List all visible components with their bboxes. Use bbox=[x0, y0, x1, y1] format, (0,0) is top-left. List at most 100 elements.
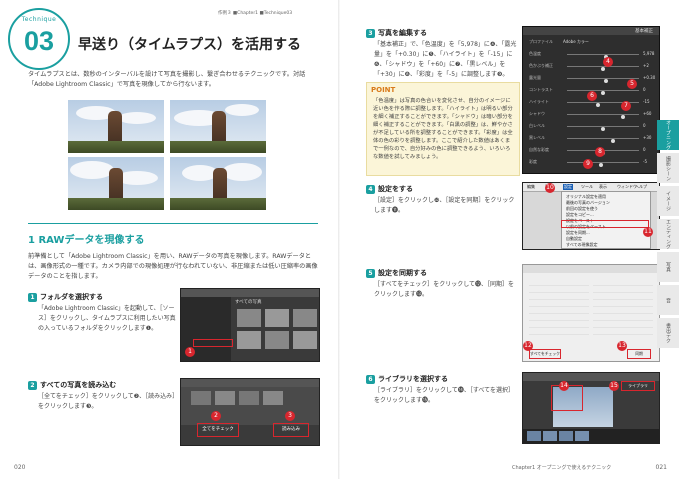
side-tab[interactable]: 撮影シーン bbox=[657, 153, 679, 183]
callout-badge: 6 bbox=[587, 91, 597, 101]
slider-knob[interactable] bbox=[595, 103, 600, 107]
side-tab[interactable]: イメージ bbox=[657, 186, 679, 216]
slider-row[interactable]: 色かぶり補正 +2 bbox=[529, 63, 653, 71]
slider-label: コントラスト bbox=[529, 87, 553, 92]
side-tabs: オープニング 撮影シーンイメージエンディング 写真音書出テク bbox=[657, 120, 679, 351]
step-body: ［すべてをチェック］をクリックして⓬、［同期］をクリックします⓭。 bbox=[374, 281, 515, 298]
slider-knob[interactable] bbox=[604, 79, 609, 83]
step-body: ［設定］をクリックし❿、［設定を同期］をクリックします⓫。 bbox=[374, 197, 515, 214]
profile-value[interactable]: Adobe カラー bbox=[563, 39, 589, 45]
shot-title: すべての写真 bbox=[235, 300, 262, 305]
check-all-button[interactable]: すべてをチェック bbox=[529, 349, 561, 359]
technique-number: 03 bbox=[23, 26, 55, 56]
side-tab[interactable]: エンディング bbox=[657, 219, 679, 249]
slider-label: 自然な彩度 bbox=[529, 147, 549, 152]
import-label: 読み込み bbox=[282, 427, 300, 432]
right-page: 3 写真を編集する 「基本補正」で、「色温度」を「5,978」に❹、「露光量」を「… bbox=[340, 0, 679, 479]
slider-label: 白レベル bbox=[529, 123, 545, 128]
callout-badge: 15 bbox=[609, 381, 619, 391]
slider-track[interactable] bbox=[567, 54, 639, 59]
section-divider bbox=[28, 223, 318, 224]
chapter-footer: Chapter1 オープニングで使えるテクニック bbox=[512, 465, 612, 471]
slider-track[interactable] bbox=[567, 162, 639, 167]
library-tab-label: ライブラリ bbox=[628, 383, 648, 388]
slider-value: +2 bbox=[643, 63, 649, 68]
slider-label: 露光量 bbox=[529, 75, 541, 80]
side-tab[interactable]: 書出テク bbox=[657, 318, 679, 348]
sample-photo-grid bbox=[68, 100, 266, 210]
step-body: ［ライブラリ］をクリックして⓮、［すべてを選択］をクリックします⓯。 bbox=[374, 387, 515, 404]
side-tab[interactable]: 音 bbox=[657, 285, 679, 315]
library-tab[interactable]: ライブラリ bbox=[621, 381, 655, 391]
screenshot-library: ライブラリ 15 14 bbox=[522, 372, 660, 444]
step-number: 3 bbox=[366, 28, 375, 38]
screenshot-folder: すべての写真 1 bbox=[180, 288, 320, 362]
slider-track[interactable] bbox=[567, 78, 639, 83]
slider-row[interactable]: 色温度 5,978 bbox=[529, 51, 654, 59]
slider-value: 0 bbox=[643, 123, 646, 128]
step-number: 4 bbox=[366, 184, 375, 194]
screenshot-import: 全てをチェック 読み込み 2 3 bbox=[180, 378, 320, 446]
slider-row[interactable]: 黒レベル +30 bbox=[529, 135, 653, 143]
callout-badge: 1 bbox=[185, 347, 195, 357]
sample-photo bbox=[170, 157, 266, 210]
callout-badge: 3 bbox=[285, 411, 295, 421]
basic-adjust-panel: 基本補正 プロファイル Adobe カラー 色温度 5,978 色かぶり補正 +2 露光… bbox=[522, 26, 660, 174]
slider-knob[interactable] bbox=[621, 115, 626, 119]
technique-badge: Technique 03 bbox=[8, 8, 70, 70]
slider-label: ハイライト bbox=[529, 99, 549, 104]
slider-label: 色温度 bbox=[529, 51, 541, 56]
step-number: 5 bbox=[366, 268, 375, 278]
highlight-box bbox=[193, 339, 233, 347]
menu-bar-item[interactable]: ツール bbox=[581, 184, 593, 190]
callout-badge: 9 bbox=[583, 159, 593, 169]
screenshot-sync-dialog: すべてをチェック 同期 12 13 bbox=[522, 264, 660, 362]
step-heading-text: すべての写真を読み込む bbox=[40, 381, 117, 389]
menu-bar-item[interactable]: ヘルプ bbox=[635, 184, 647, 190]
slider-track[interactable] bbox=[567, 126, 639, 131]
callout-badge: 5 bbox=[627, 79, 637, 89]
slider-row[interactable]: シャドウ +60 bbox=[529, 111, 653, 119]
left-page: Technique 03 作例３ ■Chapter1 ■Technique03 … bbox=[0, 0, 339, 479]
step-heading: 5 設定を同期する bbox=[366, 268, 427, 278]
intro-text: タイムラプスとは、数秒のインターバルを設けて写真を撮影し、繋ぎ合わせるテクニック… bbox=[28, 71, 306, 88]
step-number: 2 bbox=[28, 380, 37, 390]
slider-value: +60 bbox=[643, 111, 652, 116]
slider-knob[interactable] bbox=[601, 127, 605, 131]
slider-label: 彩度 bbox=[529, 159, 537, 164]
slider-track[interactable] bbox=[567, 66, 639, 71]
slider-knob[interactable] bbox=[601, 67, 605, 71]
callout-badge: 8 bbox=[595, 147, 605, 157]
slider-label: 黒レベル bbox=[529, 135, 545, 140]
slider-value: -15 bbox=[643, 99, 650, 104]
slider-track[interactable] bbox=[567, 114, 639, 119]
side-tab[interactable]: 写真 bbox=[657, 252, 679, 282]
slider-knob[interactable] bbox=[598, 163, 603, 167]
slider-track[interactable] bbox=[567, 138, 639, 143]
slider-track[interactable] bbox=[567, 90, 639, 95]
menu-bar-item[interactable]: ウィンドウ bbox=[617, 184, 637, 190]
menu-bar-item[interactable]: 編集 bbox=[527, 184, 535, 190]
sync-label: 同期 bbox=[635, 351, 643, 356]
page-number-right: 021 bbox=[655, 464, 667, 471]
point-box: POINT 「色温度」は写真の色合いを変化させ、自分のイメージに近い色を作る際に… bbox=[366, 82, 520, 176]
import-button[interactable]: 読み込み bbox=[273, 423, 309, 437]
menu-item[interactable]: すべての現像設定 bbox=[566, 242, 598, 248]
step-heading: 1 フォルダを選択する bbox=[28, 292, 103, 302]
step-body: ［全てをチェック］をクリックして❷、［読み込み］をクリックします❸。 bbox=[38, 393, 176, 410]
callout-badge: 10 bbox=[545, 183, 555, 193]
slider-knob[interactable] bbox=[601, 91, 605, 95]
breadcrumb: 作例３ ■Chapter1 ■Technique03 bbox=[218, 11, 293, 16]
callout-badge: 4 bbox=[603, 57, 613, 67]
step-heading-text: フォルダを選択する bbox=[40, 293, 103, 301]
side-tab[interactable]: オープニング bbox=[657, 120, 679, 150]
menu-bar-item[interactable]: 設定 bbox=[563, 184, 573, 190]
sync-button[interactable]: 同期 bbox=[627, 349, 651, 359]
slider-knob[interactable] bbox=[611, 139, 616, 143]
menu-bar-item[interactable]: 表示 bbox=[599, 184, 607, 190]
step-body: 「基本補正」で、「色温度」を「5,978」に❹、「露光量」を「+0.30」に❺、… bbox=[374, 41, 517, 78]
slider-row[interactable]: 白レベル 0 bbox=[529, 123, 653, 131]
callout-badge: 11 bbox=[643, 227, 653, 237]
check-all-button[interactable]: 全てをチェック bbox=[197, 423, 239, 437]
slider-row[interactable]: 自然な彩度 0 bbox=[529, 147, 653, 155]
